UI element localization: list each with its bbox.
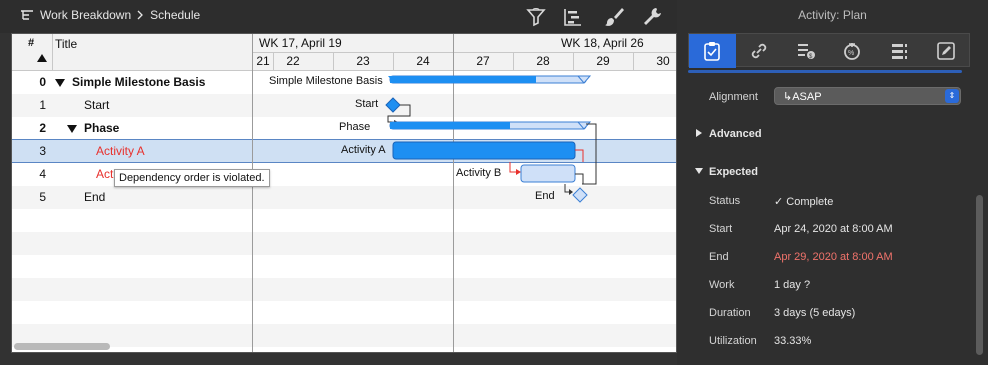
filter-icon[interactable]	[525, 6, 547, 28]
expected-section-toggle[interactable]: Expected	[695, 166, 758, 178]
disclosure-right-icon	[695, 128, 703, 140]
milestone-end[interactable]	[572, 187, 588, 203]
schedule-table: # Title WK 17, April 19 WK 18, April 26 …	[11, 33, 677, 353]
inspector-scrollbar[interactable]	[976, 195, 983, 355]
end-value: Apr 29, 2020 at 8:00 AM	[774, 251, 893, 263]
tab-link-icon[interactable]	[736, 34, 783, 68]
section-divider	[688, 70, 962, 73]
tab-list-icon[interactable]	[876, 34, 923, 68]
tab-progress-icon[interactable]: %	[829, 34, 876, 68]
svg-text:%: %	[848, 50, 854, 57]
top-toolbar: Work Breakdown Schedule	[0, 0, 677, 33]
inspector-title: Activity: Plan	[798, 8, 867, 22]
violation-tooltip: Dependency order is violated.	[114, 169, 270, 187]
gantt-label: Activity B	[456, 167, 502, 179]
gantt-label: End	[535, 190, 555, 202]
select-chevron-icon: ⇕	[945, 89, 959, 103]
disclosure-down-icon	[695, 166, 703, 178]
gantt-label: Phase	[339, 121, 371, 133]
utilization-label: Utilization	[709, 335, 757, 347]
breadcrumb-item-work-breakdown[interactable]: Work Breakdown	[40, 8, 131, 22]
end-label: End	[709, 251, 729, 263]
alignment-label: Alignment	[709, 91, 758, 103]
alignment-value: ↳ASAP	[783, 91, 822, 103]
start-value: Apr 24, 2020 at 8:00 AM	[774, 223, 893, 235]
brush-icon[interactable]	[603, 6, 625, 28]
gantt-label: Start	[355, 98, 379, 110]
advanced-section-label: Advanced	[709, 128, 762, 140]
tab-edit-icon[interactable]	[922, 34, 969, 68]
status-value: ✓ Complete	[774, 196, 834, 208]
duration-label: Duration	[709, 307, 751, 319]
tab-clipboard-icon[interactable]	[689, 34, 736, 68]
alignment-select[interactable]: ↳ASAP ⇕	[774, 87, 961, 105]
task-bar-activity-a[interactable]	[392, 141, 576, 160]
start-label: Start	[709, 223, 733, 235]
wrench-icon[interactable]	[641, 6, 663, 28]
inspector-panel: Activity: Plan $ % Alignment ↳ASAP ⇕ Adv…	[677, 0, 988, 365]
gantt-icon[interactable]	[562, 6, 584, 28]
violated-dependency-link	[575, 149, 584, 162]
dependency-link	[582, 123, 597, 185]
duration-value: 3 days (5 edays)	[774, 307, 856, 319]
inspector-tabs: $ %	[688, 33, 970, 68]
tab-cost-icon[interactable]: $	[782, 34, 829, 68]
work-value: 1 day ?	[774, 279, 811, 291]
gantt-label: Activity A	[341, 144, 386, 156]
breadcrumb: Work Breakdown Schedule	[20, 8, 200, 22]
status-label: Status	[709, 195, 741, 207]
work-label: Work	[709, 279, 735, 291]
gantt-label: Simple Milestone Basis	[269, 75, 383, 87]
breadcrumb-item-schedule[interactable]: Schedule	[150, 8, 200, 22]
summary-bar-phase[interactable]	[389, 121, 592, 130]
milestone-start[interactable]	[385, 97, 401, 113]
horizontal-scrollbar[interactable]	[14, 343, 110, 350]
chevron-right-icon	[137, 10, 144, 20]
work-breakdown-icon[interactable]	[20, 9, 34, 21]
utilization-value: 33.33%	[774, 335, 812, 347]
advanced-section-toggle[interactable]: Advanced	[695, 128, 762, 140]
summary-bar-project[interactable]	[388, 75, 592, 84]
expected-section-label: Expected	[709, 166, 758, 178]
task-bar-activity-b[interactable]	[520, 164, 576, 183]
